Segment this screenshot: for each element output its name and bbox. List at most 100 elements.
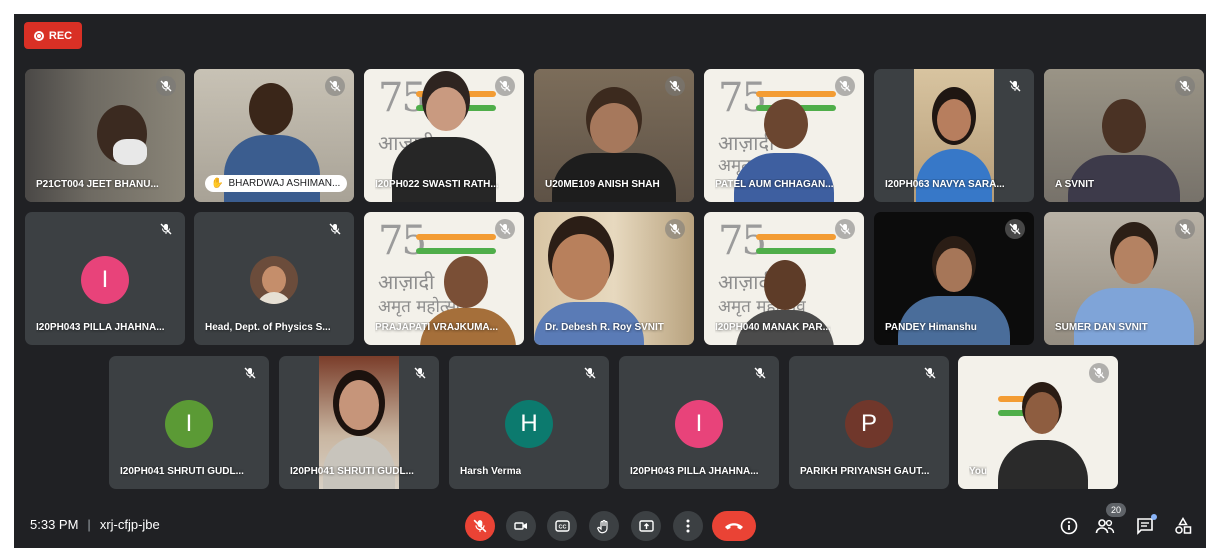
separator: |: [87, 517, 91, 532]
participant-name: You: [969, 466, 988, 477]
mic-off-icon: [1175, 219, 1195, 239]
participant-tile[interactable]: I20PH041 SHRUTI GUDL...: [279, 356, 439, 489]
participant-tile[interactable]: 75 आज़ादी अमृत महोत्सव PRAJAPATI VRAJKUM…: [364, 212, 524, 345]
participant-tile[interactable]: SUMER DAN SVNIT: [1044, 212, 1204, 345]
svg-text:CC: CC: [558, 525, 566, 531]
participant-name: SUMER DAN SVNIT: [1055, 322, 1148, 333]
participant-name: ✋ BHARDWAJ ASHIMAN...: [205, 175, 348, 192]
participant-name: Harsh Verma: [460, 466, 522, 477]
participant-name: I20PH043 PILLA JHAHNA...: [630, 466, 759, 477]
more-vert-icon: [686, 519, 690, 533]
mic-off-icon: [580, 363, 600, 383]
participant-avatar: I: [165, 400, 213, 448]
participant-name: U20ME109 ANISH SHAH: [545, 179, 660, 190]
participant-tile[interactable]: I I20PH043 PILLA JHAHNA...: [619, 356, 779, 489]
chat-button[interactable]: [1132, 513, 1158, 539]
participant-tile[interactable]: 75 आज़ादी अमृत महोत्सव I20PH040 MANAK PA…: [704, 212, 864, 345]
participant-name: A SVNIT: [1055, 179, 1095, 190]
mic-off-icon: [495, 219, 515, 239]
participant-name: I20PH041 SHRUTI GUDL...: [120, 466, 244, 477]
participant-tile[interactable]: I I20PH043 PILLA JHAHNA...: [25, 212, 185, 345]
activities-button[interactable]: [1170, 513, 1196, 539]
participant-name-text: BHARDWAJ ASHIMAN...: [228, 178, 341, 189]
recording-label: REC: [48, 29, 73, 42]
people-icon: [1095, 519, 1115, 534]
meeting-info: 5:33 PM | xrj-cfjp-jbe: [30, 517, 160, 532]
participant-tile[interactable]: 75 आज़ादी अमृत महोत्सव PATEL AUM CHHAGAN…: [704, 69, 864, 202]
participant-name: Head, Dept. of Physics S...: [205, 322, 331, 333]
participant-name: P21CT004 JEET BHANU...: [36, 179, 159, 190]
call-end-icon: [725, 523, 743, 530]
record-icon: [33, 30, 44, 41]
camera-toggle-button[interactable]: [506, 511, 536, 541]
participant-tile[interactable]: I I20PH041 SHRUTI GUDL...: [109, 356, 269, 489]
captions-button[interactable]: CC: [547, 511, 577, 541]
meeting-time: 5:33 PM: [30, 517, 79, 532]
people-count-badge: 20: [1106, 503, 1126, 517]
bottom-toolbar: 5:33 PM | xrj-cfjp-jbe CC 20: [14, 499, 1206, 548]
participant-name: PATEL AUM CHHAGAN...: [715, 179, 834, 190]
mic-off-icon: [325, 76, 345, 96]
mic-off-icon: [156, 76, 176, 96]
mic-off-icon: [1005, 76, 1025, 96]
mic-off-icon: [325, 219, 345, 239]
participant-name: PARIKH PRIYANSH GAUT...: [800, 466, 930, 477]
participant-tile[interactable]: 75 आज़ादी I20PH022 SWASTI RATH...: [364, 69, 524, 202]
present-screen-icon: [638, 520, 654, 532]
meeting-details-button[interactable]: [1056, 513, 1082, 539]
participant-tile-self[interactable]: You: [958, 356, 1118, 489]
activities-icon: [1175, 517, 1192, 534]
present-button[interactable]: [631, 511, 661, 541]
participant-tile[interactable]: H Harsh Verma: [449, 356, 609, 489]
raise-hand-button[interactable]: [589, 511, 619, 541]
participant-tile[interactable]: PANDEY Himanshu: [874, 212, 1034, 345]
participant-avatar: [250, 256, 298, 304]
mic-off-icon: [835, 219, 855, 239]
mic-off-icon: [665, 219, 685, 239]
chat-notification-dot: [1151, 514, 1157, 520]
chat-icon: [1137, 518, 1153, 535]
participant-avatar: I: [675, 400, 723, 448]
mic-off-icon: [1175, 76, 1195, 96]
participant-name: PRAJAPATI VRAJKUMA...: [375, 322, 498, 333]
mic-off-icon: [156, 219, 176, 239]
participant-tile[interactable]: I20PH063 NAVYA SARA...: [874, 69, 1034, 202]
closed-caption-icon: CC: [554, 520, 570, 532]
recording-badge: REC: [24, 22, 82, 49]
banner-numeral: 75: [378, 75, 427, 121]
participant-tile[interactable]: Dr. Debesh R. Roy SVNIT: [534, 212, 694, 345]
mic-off-icon: [750, 363, 770, 383]
people-button[interactable]: 20: [1092, 503, 1126, 539]
participant-tile[interactable]: P21CT004 JEET BHANU...: [25, 69, 185, 202]
info-icon: [1060, 517, 1078, 535]
participant-tile[interactable]: Head, Dept. of Physics S...: [194, 212, 354, 345]
participant-avatar: P: [845, 400, 893, 448]
mic-off-icon: [410, 363, 430, 383]
banner-numeral: 75: [718, 218, 767, 264]
banner-numeral: 75: [378, 218, 427, 264]
participant-name: I20PH063 NAVYA SARA...: [885, 179, 1005, 190]
banner-text: आज़ादी: [378, 270, 435, 294]
banner-numeral: 75: [718, 75, 767, 121]
participant-tile[interactable]: ✋ BHARDWAJ ASHIMAN...: [194, 69, 354, 202]
participant-avatar: H: [505, 400, 553, 448]
participant-tile[interactable]: U20ME109 ANISH SHAH: [534, 69, 694, 202]
mic-off-icon: [1089, 363, 1109, 383]
leave-call-button[interactable]: [712, 511, 756, 541]
videocam-icon: [514, 522, 527, 530]
participant-name: I20PH043 PILLA JHAHNA...: [36, 322, 165, 333]
mic-toggle-button[interactable]: [465, 511, 495, 541]
mic-off-icon: [1005, 219, 1025, 239]
meeting-code[interactable]: xrj-cfjp-jbe: [100, 517, 160, 532]
participant-name: I20PH022 SWASTI RATH...: [375, 179, 499, 190]
mic-off-icon: [240, 363, 260, 383]
participant-tile[interactable]: A SVNIT: [1044, 69, 1204, 202]
mic-off-icon: [495, 76, 515, 96]
meet-window: REC P21CT004 JEET BHANU... ✋ BHARDWAJ ASH…: [14, 14, 1206, 548]
more-options-button[interactable]: [673, 511, 703, 541]
participant-name: PANDEY Himanshu: [885, 322, 977, 333]
participant-name: I20PH040 MANAK PAR...: [715, 322, 831, 333]
mic-off-icon: [665, 76, 685, 96]
participant-tile[interactable]: P PARIKH PRIYANSH GAUT...: [789, 356, 949, 489]
participant-name: Dr. Debesh R. Roy SVNIT: [545, 322, 664, 333]
